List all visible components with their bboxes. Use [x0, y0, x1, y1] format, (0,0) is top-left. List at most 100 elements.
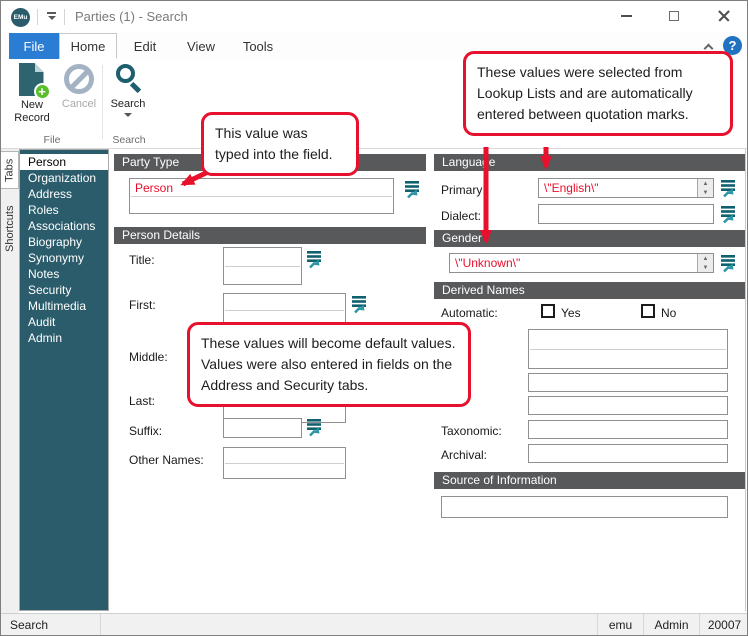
close-button[interactable]	[707, 3, 741, 29]
lookup-list-icon[interactable]	[721, 254, 740, 273]
vertical-tab-shortcuts[interactable]: Shortcuts	[1, 195, 19, 263]
search-label: Search	[111, 98, 146, 111]
middle-label: Middle:	[129, 350, 168, 364]
form-panel-border	[745, 149, 746, 611]
party-type-field[interactable]: Person	[129, 178, 394, 214]
search-button[interactable]: Search	[105, 61, 151, 131]
status-mode: Search	[1, 614, 101, 636]
suffix-label: Suffix:	[129, 424, 162, 438]
maximize-button[interactable]	[657, 3, 691, 29]
title-bar: EMu Parties (1) - Search	[1, 1, 748, 33]
suffix-field[interactable]	[223, 418, 302, 438]
archival-label: Archival:	[441, 448, 487, 462]
primary-value: \"English\"	[544, 181, 599, 195]
automatic-label: Automatic:	[441, 306, 498, 320]
section-header-source: Source of Information	[434, 472, 746, 489]
party-type-value: Person	[135, 181, 173, 195]
spinner-control[interactable]: ▲▼	[697, 254, 713, 272]
taxonomic-field[interactable]	[528, 420, 728, 439]
sidebar-item-audit[interactable]: Audit	[20, 314, 108, 330]
spinner-up-icon[interactable]: ▲	[698, 179, 713, 188]
automatic-no-checkbox[interactable]	[641, 304, 655, 318]
sidebar-item-organization[interactable]: Organization	[20, 170, 108, 186]
spinner-down-icon[interactable]: ▼	[698, 188, 713, 197]
status-spacer	[101, 614, 597, 636]
lookup-list-icon[interactable]	[352, 295, 371, 314]
derived-name-field[interactable]	[528, 329, 728, 369]
sidebar-item-associations[interactable]: Associations	[20, 218, 108, 234]
tab-edit[interactable]: Edit	[117, 33, 173, 59]
status-bar: Search emu Admin 20007	[1, 613, 748, 636]
title-label: Title:	[129, 253, 155, 267]
sidebar-item-address[interactable]: Address	[20, 186, 108, 202]
section-header-person-details: Person Details	[114, 227, 426, 244]
quick-access-dropdown-icon[interactable]	[46, 12, 57, 22]
first-label: First:	[129, 298, 156, 312]
emu-logo-icon: EMu	[11, 8, 30, 27]
spinner-control[interactable]: ▲▼	[697, 179, 713, 197]
cancel-label: Cancel	[62, 98, 96, 111]
callout-lookup-values: These values were selected from Lookup L…	[463, 51, 733, 136]
minimize-button[interactable]	[609, 3, 643, 29]
window-title: Parties (1) - Search	[75, 9, 188, 24]
derived-name-field[interactable]	[528, 396, 728, 415]
new-record-icon: +	[19, 63, 46, 96]
gender-field[interactable]: \"Unknown\" ▲▼	[449, 253, 714, 273]
title-field[interactable]	[223, 247, 302, 285]
callout-typed-value: This value was typed into the field.	[201, 112, 359, 176]
section-header-gender: Gender	[434, 230, 746, 247]
spinner-up-icon[interactable]: ▲	[698, 254, 713, 263]
new-record-button[interactable]: + New Record	[9, 61, 55, 131]
close-icon	[717, 9, 731, 23]
other-names-label: Other Names:	[129, 453, 204, 467]
lookup-list-icon[interactable]	[721, 205, 740, 224]
lookup-list-icon[interactable]	[721, 179, 740, 198]
archival-field[interactable]	[528, 444, 728, 463]
sidebar-item-person[interactable]: Person	[20, 154, 108, 170]
search-dropdown-arrow-icon[interactable]	[124, 113, 132, 117]
plus-icon: +	[34, 83, 51, 100]
status-cell-record: 20007	[699, 614, 748, 636]
lookup-list-icon[interactable]	[307, 418, 326, 437]
lookup-list-icon[interactable]	[307, 250, 326, 269]
new-record-label: New Record	[9, 99, 55, 125]
sidebar-item-multimedia[interactable]: Multimedia	[20, 298, 108, 314]
primary-label: Primary:	[441, 183, 486, 197]
sidebar-item-roles[interactable]: Roles	[20, 202, 108, 218]
automatic-no-label: No	[661, 306, 676, 320]
sidebar-item-admin[interactable]: Admin	[20, 330, 108, 346]
lookup-list-icon[interactable]	[405, 180, 424, 199]
sidebar-item-synonymy[interactable]: Synonymy	[20, 250, 108, 266]
section-header-derived-names: Derived Names	[434, 282, 746, 299]
automatic-yes-checkbox[interactable]	[541, 304, 555, 318]
dialect-field[interactable]	[538, 204, 714, 224]
titlebar-divider	[37, 9, 38, 25]
tab-tools[interactable]: Tools	[229, 33, 287, 59]
vertical-tab-tabs[interactable]: Tabs	[1, 151, 19, 189]
spinner-down-icon[interactable]: ▼	[698, 263, 713, 272]
taxonomic-label: Taxonomic:	[441, 424, 502, 438]
section-header-language: Language	[434, 154, 746, 171]
dialect-label: Dialect:	[441, 209, 481, 223]
sidebar-item-notes[interactable]: Notes	[20, 266, 108, 282]
automatic-yes-label: Yes	[561, 306, 581, 320]
ribbon-group-file-label: File	[1, 134, 103, 146]
cancel-icon	[63, 63, 95, 95]
other-names-field[interactable]	[223, 447, 346, 479]
ribbon-group-divider	[102, 65, 103, 139]
side-tab-strip: Tabs Shortcuts	[1, 149, 19, 613]
derived-name-field[interactable]	[528, 373, 728, 392]
sidebar-item-security[interactable]: Security	[20, 282, 108, 298]
tab-view[interactable]: View	[173, 33, 229, 59]
tab-home[interactable]: Home	[59, 33, 117, 59]
sidebar-item-biography[interactable]: Biography	[20, 234, 108, 250]
last-label: Last:	[129, 394, 155, 408]
tab-file[interactable]: File	[9, 33, 59, 59]
cancel-button: Cancel	[57, 61, 101, 131]
source-field[interactable]	[441, 496, 728, 518]
primary-field[interactable]: \"English\" ▲▼	[538, 178, 714, 198]
search-icon	[113, 63, 143, 95]
status-cell-admin: Admin	[643, 614, 699, 636]
gender-value: \"Unknown\"	[455, 256, 520, 270]
status-cell-emu: emu	[597, 614, 643, 636]
